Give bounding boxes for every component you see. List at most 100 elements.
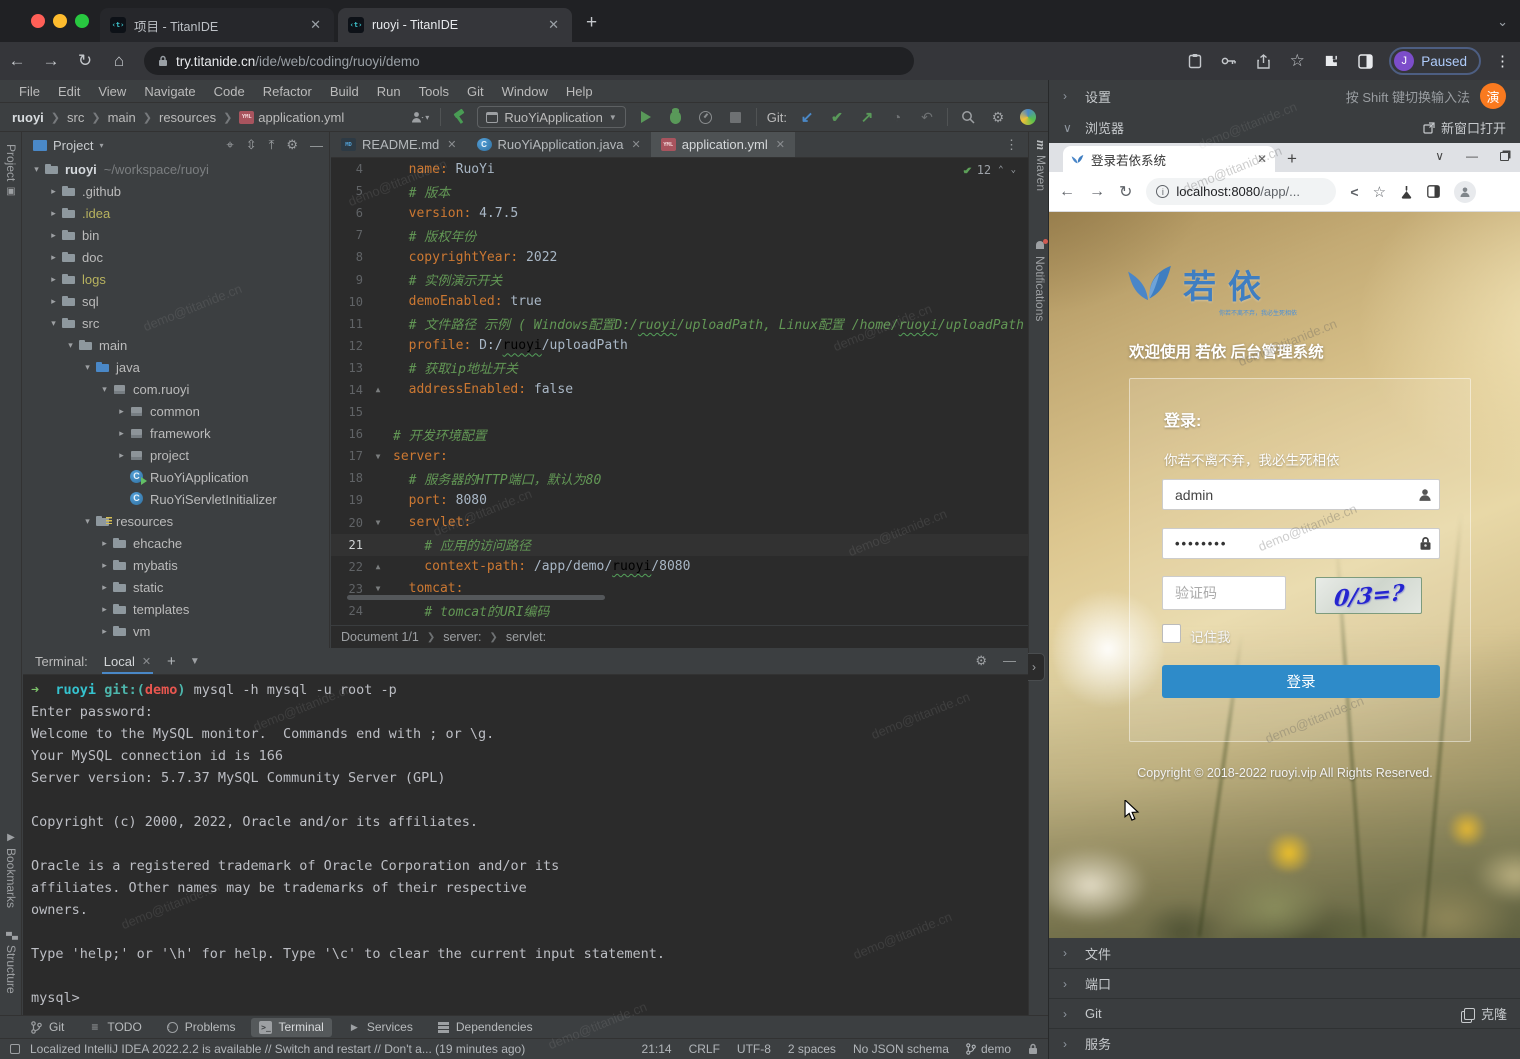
embedded-tabs-chevron-icon[interactable]: ∨: [1435, 149, 1444, 163]
status-item[interactable]: 2 spaces: [788, 1042, 836, 1056]
breadcrumb-item[interactable]: src: [67, 110, 84, 125]
breadcrumb-item[interactable]: ruoyi: [12, 110, 44, 125]
tree-chevron-icon[interactable]: ▸: [97, 604, 112, 615]
toolwindow-git[interactable]: Git: [22, 1018, 72, 1037]
project-settings-gear-icon[interactable]: ⚙: [286, 137, 298, 153]
status-item[interactable]: UTF-8: [737, 1042, 771, 1056]
tree-item-project[interactable]: ▸project: [23, 444, 329, 466]
tree-chevron-icon[interactable]: ▸: [97, 538, 112, 549]
menu-view[interactable]: View: [89, 84, 135, 99]
git-history-icon[interactable]: ◔: [887, 107, 907, 127]
stripe-bookmarks[interactable]: ▶Bookmarks: [4, 832, 18, 908]
close-icon[interactable]: ✕: [776, 138, 785, 151]
status-git-branch[interactable]: demo: [966, 1042, 1011, 1056]
tree-chevron-icon[interactable]: ▸: [46, 186, 61, 197]
share-icon[interactable]: [1253, 51, 1273, 71]
status-lock-icon[interactable]: [1028, 1043, 1038, 1055]
address-bar[interactable]: try.titanide.cn/ide/web/coding/ruoyi/dem…: [144, 47, 914, 75]
fold-marker-icon[interactable]: ▲: [363, 385, 393, 394]
editor-breadcrumb-item[interactable]: Document 1/1: [341, 630, 419, 644]
editor-breadcrumb-item[interactable]: server:: [443, 630, 481, 644]
menu-git[interactable]: Git: [458, 84, 493, 99]
tree-item-com-ruoyi[interactable]: ▾com.ruoyi: [23, 378, 329, 400]
build-hammer-icon[interactable]: [451, 109, 467, 125]
stop-button[interactable]: [726, 107, 746, 127]
reload-icon[interactable]: ↻: [68, 51, 102, 71]
bookmark-star-icon[interactable]: ☆: [1373, 183, 1386, 201]
horizontal-scrollbar[interactable]: [347, 595, 605, 600]
fold-marker-icon[interactable]: ▼: [363, 452, 393, 461]
tree-item-main[interactable]: ▾main: [23, 334, 329, 356]
menu-window[interactable]: Window: [493, 84, 557, 99]
breadcrumb-item[interactable]: main: [108, 110, 136, 125]
tree-item-static[interactable]: ▸static: [23, 576, 329, 598]
tree-item-bin[interactable]: ▸bin: [23, 224, 329, 246]
run-configuration-select[interactable]: RuoYiApplication ▼: [477, 106, 625, 128]
close-icon[interactable]: ✕: [632, 138, 641, 151]
prev-problem-icon[interactable]: ⌃: [998, 165, 1003, 175]
tree-chevron-icon[interactable]: ▾: [46, 318, 61, 329]
menu-edit[interactable]: Edit: [49, 84, 89, 99]
profile-button[interactable]: J Paused: [1389, 47, 1481, 75]
browser-tab-1[interactable]: ‹t› 项目 - TitanIDE ✕: [100, 8, 334, 42]
breadcrumb-item[interactable]: resources: [159, 110, 216, 125]
embedded-browser-tab[interactable]: 登录若依系统 ✕: [1063, 146, 1275, 172]
reload-icon[interactable]: ↻: [1119, 182, 1132, 202]
status-item[interactable]: No JSON schema: [853, 1042, 949, 1056]
stripe-maven[interactable]: mMaven: [1033, 140, 1049, 191]
new-terminal-icon[interactable]: +: [167, 653, 176, 670]
tree-chevron-icon[interactable]: ▾: [80, 362, 95, 373]
section-browser[interactable]: ∨ 浏览器 新窗口打开: [1049, 112, 1520, 143]
remember-me-checkbox[interactable]: [1162, 624, 1181, 643]
editor-tab-README.md[interactable]: MDREADME.md✕: [331, 132, 467, 157]
settings-gear-icon[interactable]: ⚙: [988, 107, 1008, 127]
clipboard-icon[interactable]: [1185, 51, 1205, 71]
ide-services-icon[interactable]: [1018, 107, 1038, 127]
terminal-output[interactable]: ➜ ruoyi git:(demo) mysql -h mysql -u roo…: [23, 675, 1028, 1015]
tree-item-ehcache[interactable]: ▸ehcache: [23, 532, 329, 554]
code-with-me-user-icon[interactable]: ▾: [410, 107, 430, 127]
captcha-input[interactable]: [1162, 576, 1286, 610]
editor-tabs-menu-icon[interactable]: ⋮: [1005, 137, 1028, 153]
side-panel-icon[interactable]: [1427, 185, 1440, 198]
next-problem-icon[interactable]: ⌄: [1011, 165, 1016, 175]
run-button[interactable]: [636, 107, 656, 127]
chrome-menu-icon[interactable]: ⋮: [1495, 52, 1510, 70]
tree-item-java[interactable]: ▾java: [23, 356, 329, 378]
traffic-minimize-icon[interactable]: [53, 14, 67, 28]
fold-marker-icon[interactable]: ▼: [363, 584, 393, 593]
forward-icon[interactable]: →: [1089, 183, 1105, 201]
embedded-minimize-icon[interactable]: —: [1466, 149, 1478, 163]
search-everywhere-icon[interactable]: [958, 107, 978, 127]
menu-build[interactable]: Build: [321, 84, 368, 99]
flask-icon[interactable]: [1400, 185, 1413, 199]
tree-chevron-icon[interactable]: ▾: [63, 340, 78, 351]
close-icon[interactable]: ✕: [447, 138, 456, 151]
tree-chevron-icon[interactable]: ▸: [46, 252, 61, 263]
breadcrumb-file[interactable]: application.yml: [258, 110, 344, 125]
tree-item-RuoYiServletInitializer[interactable]: RuoYiServletInitializer: [23, 488, 329, 510]
tree-chevron-icon[interactable]: ▾: [97, 384, 112, 395]
password-input[interactable]: [1162, 528, 1440, 559]
toolwindow-todo[interactable]: ≡TODO: [80, 1018, 149, 1037]
extensions-puzzle-icon[interactable]: [1321, 51, 1341, 71]
fold-marker-icon[interactable]: ▲: [363, 562, 393, 571]
tree-item--github[interactable]: ▸.github: [23, 180, 329, 202]
home-icon[interactable]: ⌂: [102, 51, 136, 71]
key-icon[interactable]: [1219, 51, 1239, 71]
editor-tab-RuoYiApplication.java[interactable]: CRuoYiApplication.java✕: [467, 132, 651, 157]
tab-strip-chevron-icon[interactable]: ⌄: [1497, 14, 1508, 30]
login-button[interactable]: 登录: [1162, 665, 1440, 698]
tree-chevron-icon[interactable]: ▾: [80, 516, 95, 527]
tree-chevron-icon[interactable]: ▸: [46, 296, 61, 307]
tree-item-framework[interactable]: ▸framework: [23, 422, 329, 444]
menu-refactor[interactable]: Refactor: [254, 84, 321, 99]
section-文件[interactable]: ›文件: [1049, 938, 1520, 968]
tree-chevron-icon[interactable]: ▸: [114, 406, 129, 417]
toolwindow-services[interactable]: ▶Services: [340, 1018, 421, 1037]
close-icon[interactable]: ✕: [1257, 152, 1267, 166]
tree-chevron-icon[interactable]: ▸: [97, 582, 112, 593]
tree-chevron-icon[interactable]: ▸: [114, 428, 129, 439]
tree-item-sql[interactable]: ▸sql: [23, 290, 329, 312]
git-push-icon[interactable]: ↗: [857, 107, 877, 127]
